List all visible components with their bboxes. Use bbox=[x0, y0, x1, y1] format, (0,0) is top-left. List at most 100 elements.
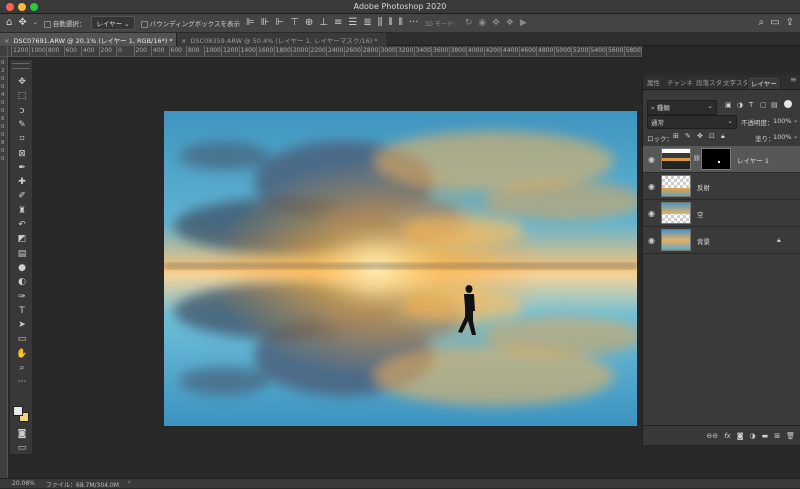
workspace-icon[interactable]: ▭ bbox=[770, 18, 779, 28]
align-center-icon[interactable]: ⊪ bbox=[261, 18, 270, 28]
tab-paragraph-styles[interactable]: 段落スタ bbox=[696, 77, 722, 87]
filter-adjustment-icon[interactable]: ◑ bbox=[737, 101, 743, 109]
filter-shape-icon[interactable]: ▢ bbox=[760, 101, 767, 109]
fx-icon[interactable]: fx bbox=[724, 432, 731, 440]
healing-brush-icon[interactable]: ✚ bbox=[14, 176, 30, 189]
tab-character-styles[interactable]: 文字スタ bbox=[723, 77, 749, 87]
zoom-level[interactable]: 20.08% bbox=[12, 480, 35, 487]
dodge-icon[interactable]: ◐ bbox=[14, 276, 30, 289]
layer-filter-dropdown[interactable]: ⌕ 種類 ⌄ bbox=[647, 100, 717, 115]
distribute-right-icon[interactable]: ⦀ bbox=[399, 18, 403, 28]
filter-toggle-icon[interactable] bbox=[784, 100, 792, 108]
ruler-origin[interactable] bbox=[0, 46, 8, 57]
lock-artboard-icon[interactable]: ⊡ bbox=[709, 132, 715, 140]
fill-field[interactable]: 100% bbox=[773, 133, 792, 141]
vertical-ruler[interactable]: 0 2 0 0 4 0 0 6 0 0 8 0 0 bbox=[0, 57, 8, 478]
lock-image-icon[interactable]: ✎ bbox=[685, 132, 691, 140]
align-left-icon[interactable]: ⊫ bbox=[246, 18, 255, 28]
search-icon[interactable]: ⌕ bbox=[759, 18, 765, 28]
panel-dock-header[interactable] bbox=[642, 70, 800, 75]
blur-icon[interactable]: ● bbox=[14, 262, 30, 275]
opacity-chevron-icon[interactable]: ⌄ bbox=[793, 116, 798, 124]
pen-icon[interactable]: ✑ bbox=[14, 291, 30, 304]
align-top-icon[interactable]: ⊤ bbox=[290, 18, 299, 28]
align-right-icon[interactable]: ⊩ bbox=[275, 18, 284, 28]
brush-icon[interactable]: ✐ bbox=[14, 190, 30, 203]
layer-row-sky[interactable]: ◉ 空 bbox=[643, 200, 800, 227]
document-canvas[interactable] bbox=[164, 111, 637, 426]
move-icon[interactable]: ✥ bbox=[14, 76, 30, 89]
toolbar-grip[interactable] bbox=[12, 63, 30, 69]
distribute-bottom-icon[interactable]: ≣ bbox=[363, 18, 371, 28]
visibility-eye-icon[interactable]: ◉ bbox=[648, 182, 655, 191]
auto-select-checkbox[interactable]: 自動選択： bbox=[43, 18, 85, 28]
frame-icon[interactable]: ⊠ bbox=[14, 148, 30, 161]
quick-mask-icon[interactable]: ◙ bbox=[14, 428, 30, 441]
trash-icon[interactable]: 🗑︎ bbox=[786, 432, 795, 440]
tab-layers[interactable]: レイヤー bbox=[747, 76, 781, 89]
visibility-eye-icon[interactable]: ◉ bbox=[648, 155, 655, 164]
home-icon[interactable]: ⌂ bbox=[6, 18, 12, 28]
tab-document-1[interactable]: × DSC07691.ARW @ 20.1% (レイヤー 1, RGB/16*) … bbox=[0, 33, 176, 46]
layer-row-background[interactable]: ◉ 背景 🔒︎ bbox=[643, 227, 800, 254]
more-options-icon[interactable]: ··· bbox=[409, 18, 419, 28]
link-icon[interactable]: ⛓ bbox=[693, 155, 701, 162]
distribute-left-icon[interactable]: ⫼ bbox=[378, 18, 383, 28]
more-tools-icon[interactable]: ⋯ bbox=[14, 376, 30, 389]
new-layer-icon[interactable]: ⊞ bbox=[774, 432, 780, 440]
zoom-icon[interactable]: ⌕ bbox=[14, 362, 30, 375]
close-tab-icon[interactable]: × bbox=[181, 37, 186, 45]
clone-stamp-icon[interactable]: ♜ bbox=[14, 205, 30, 218]
distribute-top-icon[interactable]: ≡ bbox=[334, 18, 342, 28]
filter-smart-object-icon[interactable]: ▤ bbox=[771, 101, 778, 109]
tab-properties[interactable]: 属性 bbox=[647, 77, 660, 87]
mask-mark bbox=[718, 161, 720, 163]
layer-mask-thumbnail[interactable] bbox=[701, 148, 731, 170]
add-mask-icon[interactable]: ◙ bbox=[737, 432, 744, 440]
chevron-down-icon[interactable]: ⌄ bbox=[33, 20, 38, 26]
opacity-field[interactable]: 100% bbox=[773, 117, 792, 125]
lasso-icon[interactable]: ↄ bbox=[14, 105, 30, 118]
hand-icon[interactable]: ✋ bbox=[14, 348, 30, 361]
foreground-color-swatch[interactable] bbox=[13, 406, 23, 416]
history-brush-icon[interactable]: ↶ bbox=[14, 219, 30, 232]
tab-document-2[interactable]: × DSC08359.ARW @ 50.4% (レイヤー 1, レイヤーマスク/1… bbox=[176, 33, 386, 46]
quick-select-icon[interactable]: ✎ bbox=[14, 119, 30, 132]
rectangle-icon[interactable]: ▭ bbox=[14, 333, 30, 346]
align-bottom-icon[interactable]: ⊥ bbox=[319, 18, 328, 28]
type-icon[interactable]: T bbox=[14, 305, 30, 318]
filter-pixel-icon[interactable]: ▣ bbox=[725, 101, 732, 109]
crop-icon[interactable]: ⌗ bbox=[14, 133, 30, 146]
path-select-icon[interactable]: ➤ bbox=[14, 319, 30, 332]
new-group-icon[interactable]: ▬ bbox=[762, 432, 769, 440]
status-menu-icon[interactable]: › bbox=[128, 479, 130, 486]
horizontal-ruler[interactable]: 1200 1000 800 600 400 200 0 200 400 600 800 1000 120… bbox=[8, 46, 642, 57]
fill-chevron-icon[interactable]: ⌄ bbox=[793, 132, 798, 140]
blend-mode-dropdown[interactable]: 通常 ⌄ bbox=[647, 115, 737, 129]
distribute-hcenter-icon[interactable]: ⫴ bbox=[388, 18, 392, 28]
layer-row-reflection[interactable]: ◉ 反射 bbox=[643, 173, 800, 200]
auto-select-target-dropdown[interactable]: レイヤー ⌄ bbox=[91, 16, 135, 30]
link-layers-icon[interactable]: ⊖⊖ bbox=[706, 432, 718, 440]
close-tab-icon[interactable]: × bbox=[4, 37, 9, 45]
lock-transparent-icon[interactable]: ⊞ bbox=[673, 132, 679, 140]
marquee-icon[interactable]: ⬚ bbox=[14, 90, 30, 103]
share-icon[interactable]: ⇪ bbox=[786, 18, 794, 28]
eraser-icon[interactable]: ◩ bbox=[14, 233, 30, 246]
eyedropper-icon[interactable]: ✒ bbox=[14, 162, 30, 175]
lock-all-icon[interactable]: 🔒︎ bbox=[721, 132, 725, 141]
tab-channels[interactable]: チャンネ bbox=[667, 77, 693, 87]
distribute-vcenter-icon[interactable]: ☰ bbox=[348, 18, 357, 28]
layer-row-layer1[interactable]: ◉ ⛓ レイヤー 1 bbox=[643, 146, 800, 173]
screen-mode-icon[interactable]: ▭ bbox=[14, 442, 30, 455]
gradient-icon[interactable]: ▤ bbox=[14, 248, 30, 261]
visibility-eye-icon[interactable]: ◉ bbox=[648, 209, 655, 218]
visibility-eye-icon[interactable]: ◉ bbox=[648, 236, 655, 245]
adjustment-layer-icon[interactable]: ◑ bbox=[750, 432, 756, 440]
lock-position-icon[interactable]: ✥ bbox=[697, 132, 703, 140]
panel-menu-icon[interactable]: ≡ bbox=[790, 75, 797, 84]
align-middle-icon[interactable]: ⊕ bbox=[305, 18, 313, 28]
move-tool-icon[interactable]: ✥ bbox=[18, 18, 26, 28]
filter-type-icon[interactable]: T bbox=[749, 101, 753, 109]
bounding-box-checkbox[interactable]: バウンディングボックスを表示 bbox=[140, 18, 240, 28]
